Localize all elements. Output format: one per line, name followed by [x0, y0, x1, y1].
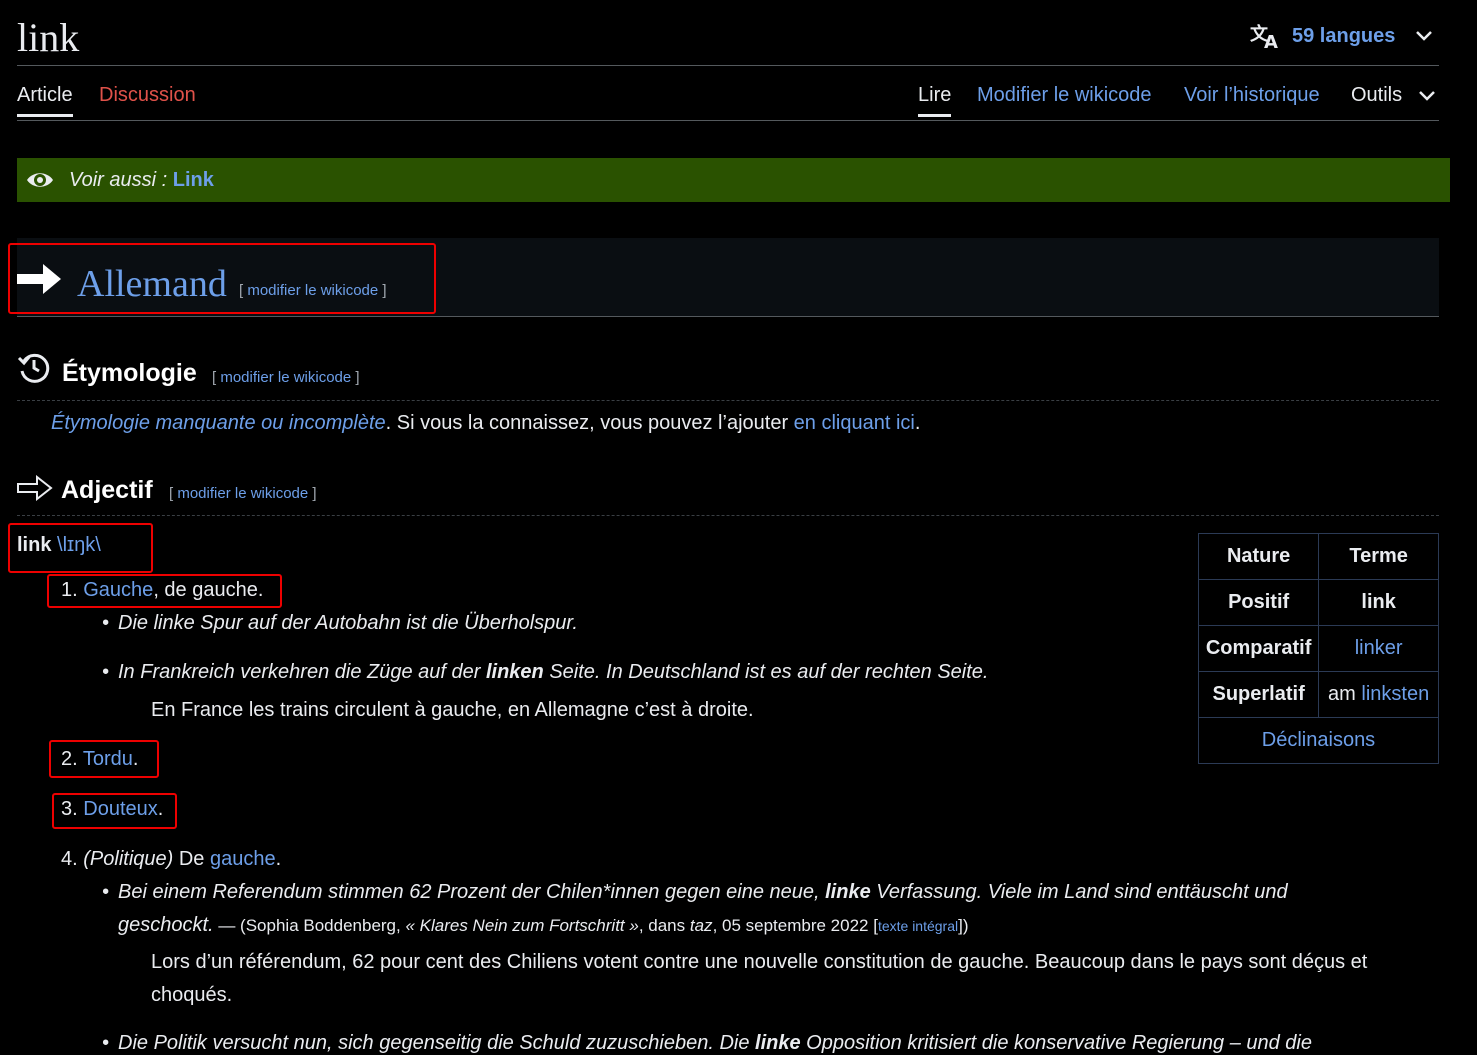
edit-section-link: [ modifier le wikicode ] [169, 485, 317, 502]
tools-menu[interactable]: Outils [1351, 84, 1438, 107]
source-text: ]) [958, 916, 969, 935]
definition-4: 4. (Politique) De gauche. [61, 848, 281, 871]
example-text: In Frankreich verkehren die Züge auf der [118, 661, 486, 683]
table-cell: linker [1318, 625, 1439, 672]
table-row-label: Comparatif [1197, 625, 1320, 672]
table-text: am [1328, 683, 1362, 705]
source-text: , dans [638, 916, 690, 935]
section-divider [17, 400, 1439, 401]
example-2: In Frankreich verkehren die Züge auf der… [102, 661, 989, 684]
example-3-source-line: geschockt. — (Sophia Boddenberg, « Klare… [118, 914, 1438, 937]
tab-read[interactable]: Lire [918, 84, 952, 117]
see-also-banner: Voir aussi : Link [17, 158, 1450, 202]
etymology-heading: Étymologie [62, 359, 197, 387]
example-text: Die Politik versucht nun, sich gegenseit… [118, 1032, 756, 1054]
tab-history[interactable]: Voir l’historique [1184, 84, 1320, 107]
arrow-right-outline-icon [17, 475, 53, 501]
example-source: — (Sophia Boddenberg, « Klares Nein zum … [213, 916, 969, 935]
bracket-open: [ [169, 485, 174, 502]
bracket-open: [ [212, 369, 217, 386]
svg-text:A: A [1264, 32, 1278, 50]
table-footer: Déclinaisons [1198, 717, 1439, 764]
declensions-link[interactable]: Déclinaisons [1262, 729, 1375, 751]
highlight-box [8, 243, 436, 314]
source-title: « Klares Nein zum Fortschritt » [405, 916, 639, 935]
highlight-box [8, 523, 153, 573]
table-row-label: Superlatif [1197, 671, 1320, 718]
bracket-close: ] [355, 369, 360, 386]
tabs-divider [17, 120, 1439, 121]
table-link[interactable]: linksten [1361, 683, 1429, 705]
languages-button[interactable]: 文 A 59 langues [1250, 22, 1435, 50]
example-text: Seite. In Deutschland ist es auf der rec… [543, 661, 989, 683]
definition-link[interactable]: gauche [210, 848, 276, 870]
table-cell: am linksten [1318, 671, 1439, 718]
etymology-add-link[interactable]: en cliquant ici [794, 412, 915, 434]
highlight-box [52, 793, 177, 829]
see-also-text: Voir aussi : Link [69, 169, 214, 192]
inflection-table: Nature Terme Positif link Comparatif lin… [1197, 533, 1439, 764]
example-text: Opposition kritisiert die konservative R… [800, 1032, 1312, 1054]
example-1: Die linke Spur auf der Autobahn ist die … [102, 612, 578, 635]
example-3: Bei einem Referendum stimmen 62 Prozent … [102, 881, 1438, 904]
source-text: — (Sophia Boddenberg, [213, 916, 406, 935]
example-text: Bei einem Referendum stimmen 62 Prozent … [118, 881, 826, 903]
edit-link[interactable]: modifier le wikicode [220, 369, 351, 386]
table-row-label: Positif [1197, 579, 1320, 626]
full-text-link[interactable]: texte intégral [878, 918, 958, 934]
highlight-box [49, 740, 159, 778]
punct: . [914, 412, 921, 434]
etymology-missing-link[interactable]: Étymologie manquante ou incomplète [51, 412, 386, 434]
translate-icon: 文 A [1250, 23, 1278, 50]
table-header-terme: Terme [1318, 533, 1439, 580]
example-keyword: linke [825, 881, 871, 903]
see-also-link[interactable]: Link [173, 169, 214, 191]
languages-label: 59 langues [1292, 24, 1396, 47]
chevron-down-icon [1416, 31, 1433, 41]
edit-link[interactable]: modifier le wikicode [177, 485, 308, 502]
chevron-down-icon [1419, 90, 1436, 101]
tools-label: Outils [1351, 84, 1403, 106]
page-title: link [17, 15, 80, 60]
section-divider [17, 515, 1439, 516]
tab-edit-wikicode[interactable]: Modifier le wikicode [977, 84, 1152, 107]
definition-number: 4. [61, 848, 78, 870]
tab-article[interactable]: Article [17, 84, 73, 117]
table-header-nature: Nature [1197, 533, 1320, 580]
example-3-translation: Lors d’un référendum, 62 pour cent des C… [151, 951, 1368, 973]
edit-section-link: [ modifier le wikicode ] [212, 369, 360, 386]
example-keyword: linke [755, 1032, 801, 1054]
pos-heading: Adjectif [61, 476, 153, 504]
etymology-text: Étymologie manquante ou incomplète. Si v… [51, 412, 920, 435]
eye-icon [27, 173, 53, 187]
example-text: geschockt. [118, 914, 214, 936]
source-text: , 05 septembre 2022 [ [712, 916, 878, 935]
source-publication: taz [689, 916, 713, 935]
definition-text: . [275, 848, 282, 870]
definition-text: De [173, 848, 210, 870]
see-also-label: Voir aussi : [69, 168, 168, 191]
table-cell: link [1318, 579, 1439, 626]
header-divider [17, 65, 1439, 66]
example-2-translation: En France les trains circulent à gauche,… [151, 699, 754, 721]
example-text: Verfassung. Viele im Land sind enttäusch… [870, 881, 1288, 903]
highlight-box [47, 574, 282, 608]
history-icon [17, 353, 50, 383]
tab-discussion[interactable]: Discussion [99, 84, 196, 107]
example-keyword: linken [485, 661, 544, 683]
bracket-close: ] [312, 485, 317, 502]
table-link[interactable]: linker [1355, 637, 1403, 659]
etymology-body: . Si vous la connaissez, vous pouvez l’a… [385, 412, 794, 434]
example-3-translation-cont: choqués. [151, 984, 233, 1006]
definition-register: (Politique) [83, 848, 174, 870]
